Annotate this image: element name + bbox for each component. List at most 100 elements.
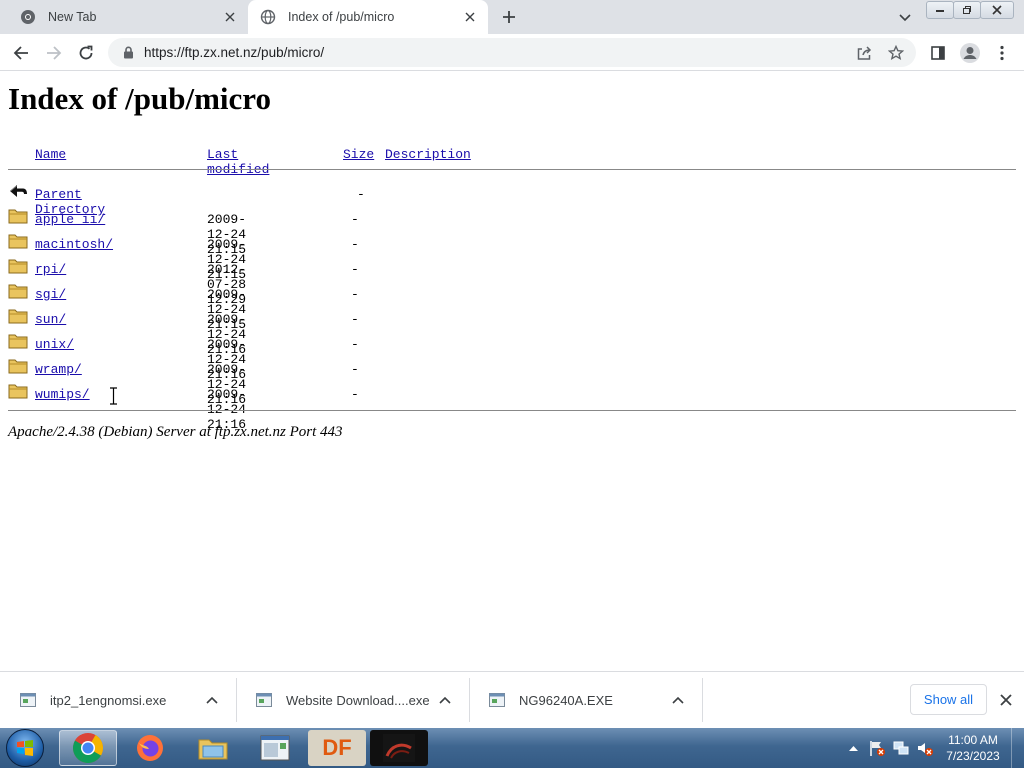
back-button[interactable] [9,41,33,65]
download-separator [702,678,703,722]
taskbar-dark-app[interactable] [370,730,428,766]
tab-new-tab[interactable]: New Tab [8,0,248,34]
volume-muted-icon[interactable] [914,737,936,759]
size-value: - [351,237,359,252]
close-window-button[interactable] [980,1,1014,19]
url-text[interactable]: https://ftp.zx.net.nz/pub/micro/ [144,45,852,60]
exe-file-icon [20,692,36,708]
taskbar-app-window[interactable] [246,730,304,766]
chrome-icon [20,9,36,25]
page-content: Index of /pub/micro Name Last modified S… [0,71,1024,671]
exe-file-icon [256,692,272,708]
directory-link[interactable]: macintosh/ [35,237,113,252]
size-value: - [351,337,359,352]
directory-link[interactable]: wramp/ [35,362,82,377]
plus-icon [503,11,515,23]
lock-icon[interactable] [120,45,136,61]
page-title: Index of /pub/micro [8,81,271,116]
directory-link[interactable]: sun/ [35,312,66,327]
sort-by-name-link[interactable]: Name [35,147,66,162]
windows-logo-icon [6,729,44,767]
folder-icon [198,739,228,760]
directory-link[interactable]: apple_ii/ [35,212,105,227]
folder-icon [8,334,28,349]
system-clock[interactable]: 11:00 AM 7/23/2023 [940,732,1006,764]
arrow-left-icon [13,46,28,60]
chevron-up-icon[interactable] [435,690,455,710]
chevron-up-icon[interactable] [668,690,688,710]
forward-button[interactable] [42,41,66,65]
close-tab-icon[interactable] [460,7,480,27]
action-center-flag-icon[interactable] [866,737,888,759]
tab-search-button[interactable] [894,8,916,28]
start-button[interactable] [4,729,46,767]
menu-button[interactable] [990,41,1014,65]
download-bar: itp2_1engnomsi.exe Website Download....e… [0,671,1024,728]
tab-index-pub-micro[interactable]: Index of /pub/micro [248,0,488,34]
system-tray [842,728,938,768]
show-desktop-button[interactable] [1011,728,1024,768]
directory-link[interactable]: sgi/ [35,287,66,302]
reload-button[interactable] [74,41,98,65]
tab-title: New Tab [48,10,97,24]
profile-avatar-icon [960,43,980,63]
folder-icon [8,309,28,324]
header-divider [8,169,1016,170]
sort-by-modified-link[interactable]: Last modified [207,147,269,177]
clock-date: 7/23/2023 [946,749,1000,763]
taskbar-chrome[interactable] [59,730,117,766]
show-hidden-icons-icon[interactable] [842,737,864,759]
application-window-icon [260,735,290,761]
exe-file-icon [489,692,505,708]
close-tab-icon[interactable] [220,7,240,27]
close-download-bar-icon[interactable] [996,690,1016,710]
chevron-down-icon [899,14,911,22]
download-item[interactable]: NG96240A.EXE [469,672,702,728]
sort-by-size-link[interactable]: Size [343,147,374,162]
folder-icon [8,384,28,399]
bookmark-star-icon[interactable] [884,41,908,65]
size-value: - [351,362,359,377]
folder-icon [8,359,28,374]
server-signature: Apache/2.4.38 (Debian) Server at ftp.zx.… [8,424,343,440]
side-panel-button[interactable] [926,41,950,65]
download-item[interactable]: Website Download....exe [236,672,469,728]
kebab-menu-icon [1000,45,1004,61]
folder-icon [8,234,28,249]
download-filename: Website Download....exe [286,692,430,708]
tab-title: Index of /pub/micro [288,10,395,24]
globe-icon [260,9,276,25]
folder-icon [8,259,28,274]
tab-strip: New Tab Index of /pub/micro [0,0,1024,34]
chrome-icon [72,733,104,764]
directory-link[interactable]: rpi/ [35,262,66,277]
taskbar-df-app[interactable]: DF [308,730,366,766]
directory-link[interactable]: wumips/ [35,387,90,402]
size-value: - [351,212,359,227]
size-value: - [351,387,359,402]
share-icon[interactable] [852,41,876,65]
clock-time: 11:00 AM [948,733,998,747]
sort-by-description-link[interactable]: Description [385,147,471,162]
network-icon[interactable] [890,737,912,759]
new-tab-button[interactable] [498,6,520,28]
footer-divider [8,410,1016,411]
back-arrow-icon [10,185,27,197]
taskbar-firefox[interactable] [121,730,179,766]
text-cursor-icon [110,387,117,405]
side-panel-icon [931,46,945,60]
taskbar-file-explorer[interactable] [184,730,242,766]
arrow-right-icon [47,46,62,60]
minimize-button[interactable] [926,1,954,19]
show-all-button[interactable]: Show all [910,684,987,715]
size-value: - [351,287,359,302]
address-bar[interactable]: https://ftp.zx.net.nz/pub/micro/ [108,38,916,67]
restore-button[interactable] [953,1,981,19]
download-filename: itp2_1engnomsi.exe [50,692,167,708]
df-app-label: DF [322,735,352,760]
browser-toolbar: https://ftp.zx.net.nz/pub/micro/ [0,34,1024,71]
download-item[interactable]: itp2_1engnomsi.exe [0,672,236,728]
profile-button[interactable] [958,41,982,65]
chevron-up-icon[interactable] [202,690,222,710]
directory-link[interactable]: unix/ [35,337,74,352]
